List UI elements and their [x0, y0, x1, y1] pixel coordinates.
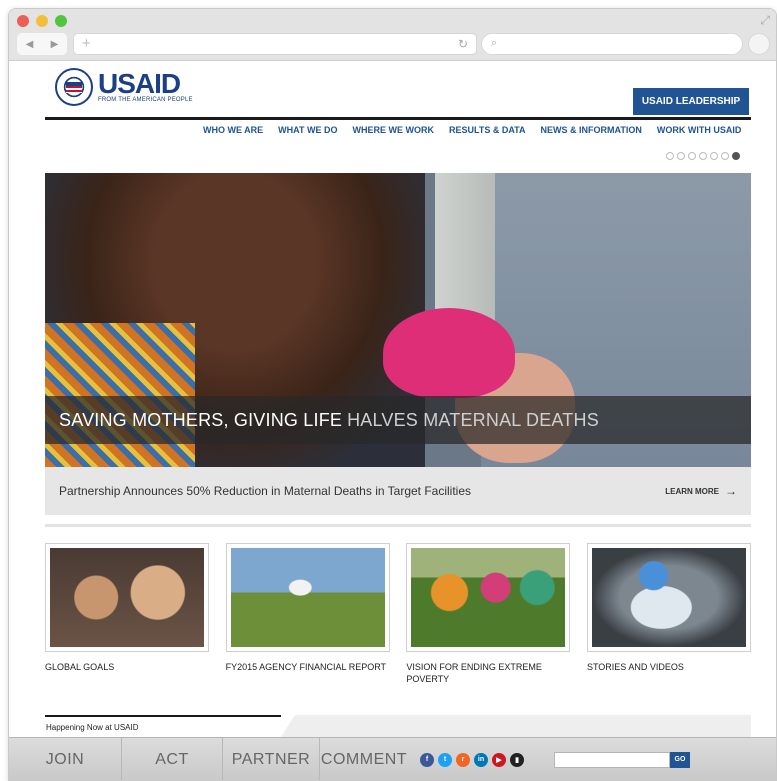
slider-dot[interactable] [721, 152, 729, 160]
hero-slide[interactable]: SAVING MOTHERS, GIVING LIFE HALVES MATER… [45, 173, 751, 467]
arrow-right-icon: → [725, 484, 737, 498]
nav-item-where-we-work[interactable]: WHERE WE WORK [353, 125, 435, 135]
slider-dot[interactable] [677, 152, 685, 160]
browser-window: ⤢ ◀ ▶ + ↻ ⌕ USAID FROM THE AMERICAN PEOP… [8, 8, 777, 781]
nav-item-news-information[interactable]: NEWS & INFORMATION [541, 125, 642, 135]
section-divider [45, 524, 751, 527]
web-page: USAID FROM THE AMERICAN PEOPLE USAID LEA… [9, 61, 776, 780]
hero-caption-bold: SAVING MOTHERS, GIVING LIFE [59, 409, 343, 430]
go-button[interactable]: GO [670, 751, 690, 768]
nav-item-results-data[interactable]: RESULTS & DATA [449, 125, 526, 135]
hero-caption-light: HALVES MATERNAL DEATHS [347, 409, 599, 430]
hero-subtitle[interactable]: Partnership Announces 50% Reduction in M… [59, 484, 471, 498]
search-icon: ⌕ [491, 37, 498, 49]
financial-report-image[interactable] [230, 548, 385, 647]
browser-search-input[interactable]: ⌕ [481, 33, 743, 55]
ending-poverty-image[interactable] [411, 548, 566, 647]
learn-more-label: LEARN MORE [665, 486, 719, 496]
extension-button[interactable] [748, 33, 770, 55]
learn-more-link[interactable]: LEARN MORE → [665, 484, 737, 498]
close-window-button[interactable] [17, 15, 29, 27]
footer-partner-link[interactable]: PARTNER [223, 751, 319, 769]
tile-financial-report[interactable]: FY2015 AGENCY FINANCIAL REPORT [225, 543, 390, 685]
header-divider [45, 117, 751, 120]
back-icon[interactable]: ◀ [26, 39, 34, 50]
usaid-logo[interactable]: USAID FROM THE AMERICAN PEOPLE [55, 68, 193, 106]
main-navigation: WHO WE ARE WHAT WE DO WHERE WE WORK RESULTS… [203, 125, 741, 135]
usaid-leadership-button[interactable]: USAID LEADERSHIP [633, 88, 749, 115]
footer-act-link[interactable]: ACT [122, 751, 222, 769]
history-buttons: ◀ ▶ [17, 33, 67, 55]
slider-dot[interactable] [699, 152, 707, 160]
rss-icon[interactable]: r [456, 752, 470, 767]
footer-search-input[interactable] [554, 751, 670, 768]
slider-dot[interactable] [710, 152, 718, 160]
linkedin-icon[interactable]: in [474, 752, 488, 767]
brand-tagline: FROM THE AMERICAN PEOPLE [98, 97, 193, 103]
brand-name: USAID [98, 68, 181, 99]
facebook-icon[interactable]: f [420, 752, 434, 767]
feature-tiles: GLOBAL GOALS FY2015 AGENCY FINANCIAL REP… [45, 543, 751, 685]
tile-global-goals[interactable]: GLOBAL GOALS [45, 543, 209, 685]
fullscreen-icon[interactable]: ⤢ [760, 13, 770, 28]
tile-stories-videos[interactable]: STORIES AND VIDEOS [586, 543, 751, 685]
nav-item-what-we-do[interactable]: WHAT WE DO [278, 125, 337, 135]
footer-comment-link[interactable]: COMMENT [320, 751, 408, 769]
footer-bar: JOIN ACT PARTNER COMMENT f t r in ▶ ▮ GO [9, 737, 776, 780]
tile-label[interactable]: GLOBAL GOALS [45, 661, 209, 673]
hero-caption[interactable]: SAVING MOTHERS, GIVING LIFE HALVES MATER… [45, 396, 751, 444]
global-goals-image[interactable] [50, 548, 204, 647]
maximize-window-button[interactable] [55, 15, 67, 27]
window-controls [17, 15, 67, 27]
footer-join-link[interactable]: JOIN [9, 751, 121, 769]
new-tab-icon[interactable]: + [82, 35, 91, 52]
address-bar[interactable]: + ↻ [73, 33, 477, 55]
browser-chrome: ⤢ ◀ ▶ + ↻ ⌕ [9, 9, 776, 61]
reload-icon[interactable]: ↻ [458, 37, 468, 51]
tile-label[interactable]: STORIES AND VIDEOS [587, 661, 751, 673]
slider-dot[interactable] [666, 152, 674, 160]
youtube-icon[interactable]: ▶ [492, 752, 506, 767]
nav-item-who-we-are[interactable]: WHO WE ARE [203, 125, 263, 135]
nav-item-work-with-usaid[interactable]: WORK WITH USAID [657, 125, 742, 135]
tile-label[interactable]: VISION FOR ENDING EXTREME POVERTY [406, 661, 570, 685]
hero-subtitle-bar: Partnership Announces 50% Reduction in M… [45, 467, 751, 515]
twitter-icon[interactable]: t [438, 752, 452, 767]
happening-now-section: Happening Now at USAID [45, 715, 751, 737]
stories-videos-image[interactable] [591, 548, 746, 647]
happening-now-tab[interactable]: Happening Now at USAID [45, 715, 295, 737]
social-links: f t r in ▶ ▮ [420, 752, 524, 767]
slider-dots [666, 152, 740, 160]
mobile-icon[interactable]: ▮ [510, 752, 524, 767]
tile-ending-poverty[interactable]: VISION FOR ENDING EXTREME POVERTY [406, 543, 571, 685]
minimize-window-button[interactable] [36, 15, 48, 27]
forward-icon[interactable]: ▶ [51, 39, 59, 50]
slider-dot[interactable] [688, 152, 696, 160]
slider-dot[interactable] [732, 152, 740, 160]
tile-label[interactable]: FY2015 AGENCY FINANCIAL REPORT [226, 661, 390, 673]
usaid-seal-icon [55, 68, 93, 106]
